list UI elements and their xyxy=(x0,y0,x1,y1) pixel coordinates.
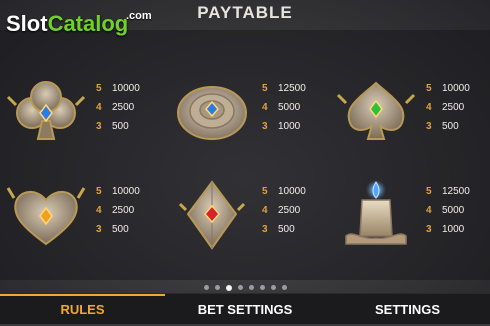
page-dot-active[interactable] xyxy=(225,284,232,291)
pay-row: 5 10000 xyxy=(426,79,470,98)
pay-list: 5 12500 4 5000 3 1000 xyxy=(426,182,470,239)
pay-row: 5 10000 xyxy=(262,182,306,201)
page-dot[interactable] xyxy=(203,285,209,291)
pay-row: 3 1000 xyxy=(426,220,470,239)
pay-count: 3 xyxy=(96,121,102,132)
pay-count: 3 xyxy=(262,121,268,132)
pay-row: 5 12500 xyxy=(426,182,470,201)
candle-symbol-icon xyxy=(345,180,407,245)
pay-amount: 2500 xyxy=(112,102,135,113)
pay-row: 5 10000 xyxy=(96,182,140,201)
page-dot[interactable] xyxy=(248,285,254,291)
pay-count: 4 xyxy=(262,205,268,216)
paytable-entry-rose: 5 12500 4 5000 3 1000 xyxy=(172,77,322,147)
pay-row: 5 12500 xyxy=(262,79,306,98)
club-symbol-icon xyxy=(6,81,86,140)
pay-count: 4 xyxy=(426,205,432,216)
pay-amount: 2500 xyxy=(112,205,135,216)
pay-row: 4 5000 xyxy=(262,98,306,117)
pay-row: 4 2500 xyxy=(262,201,306,220)
pay-count: 4 xyxy=(96,102,102,113)
rose-symbol-icon xyxy=(177,86,247,140)
tab-bet-settings[interactable]: BET SETTINGS xyxy=(165,294,325,324)
pay-row: 3 500 xyxy=(426,117,470,136)
tab-settings[interactable]: SETTINGS xyxy=(325,294,490,324)
pay-amount: 10000 xyxy=(278,186,306,197)
pay-amount: 5000 xyxy=(442,205,465,216)
heart-symbol-icon xyxy=(6,187,86,246)
pay-amount: 10000 xyxy=(112,186,140,197)
page-dot[interactable] xyxy=(259,285,265,291)
pay-count: 4 xyxy=(426,102,432,113)
pay-row: 3 500 xyxy=(262,220,306,239)
pay-row: 4 2500 xyxy=(426,98,470,117)
pay-count: 3 xyxy=(262,224,268,235)
pay-count: 5 xyxy=(96,186,102,197)
pay-count: 3 xyxy=(426,224,432,235)
pay-count: 4 xyxy=(262,102,268,113)
paytable-entry-spade: 5 10000 4 2500 3 500 xyxy=(336,77,486,147)
pay-amount: 2500 xyxy=(442,102,465,113)
pay-amount: 1000 xyxy=(278,121,301,132)
paytable-entry-candle: 5 12500 4 5000 3 1000 xyxy=(336,180,486,250)
pay-count: 5 xyxy=(262,83,268,94)
pay-row: 4 2500 xyxy=(96,201,140,220)
paytable-entry-heart: 5 10000 4 2500 3 500 xyxy=(6,180,156,250)
page-dot[interactable] xyxy=(270,285,276,291)
pay-amount: 5000 xyxy=(278,102,301,113)
page-dot[interactable] xyxy=(237,285,243,291)
page-title: PAYTABLE xyxy=(197,3,293,22)
pay-row: 3 500 xyxy=(96,117,140,136)
tab-rules[interactable]: RULES xyxy=(0,294,165,324)
pay-row: 5 10000 xyxy=(96,79,140,98)
bottom-tab-bar: RULES BET SETTINGS SETTINGS xyxy=(0,293,490,324)
pay-list: 5 10000 4 2500 3 500 xyxy=(96,79,140,136)
pay-amount: 500 xyxy=(278,224,295,235)
pay-list: 5 12500 4 5000 3 1000 xyxy=(262,79,306,136)
pay-count: 5 xyxy=(426,186,432,197)
pay-amount: 500 xyxy=(112,121,129,132)
pay-count: 5 xyxy=(262,186,268,197)
pagination-dots xyxy=(0,279,490,291)
diamond-symbol-icon xyxy=(178,180,246,250)
pay-amount: 1000 xyxy=(442,224,465,235)
page-dot[interactable] xyxy=(281,285,287,291)
pay-row: 3 1000 xyxy=(262,117,306,136)
pay-list: 5 10000 4 2500 3 500 xyxy=(96,182,140,239)
spade-symbol-icon xyxy=(336,81,416,140)
pay-count: 5 xyxy=(96,83,102,94)
paytable-entry-club: 5 10000 4 2500 3 500 xyxy=(6,77,156,147)
pay-amount: 10000 xyxy=(112,83,140,94)
pay-count: 4 xyxy=(96,205,102,216)
pay-row: 3 500 xyxy=(96,220,140,239)
pay-count: 3 xyxy=(96,224,102,235)
pay-list: 5 10000 4 2500 3 500 xyxy=(426,79,470,136)
pay-amount: 10000 xyxy=(442,83,470,94)
pay-row: 4 5000 xyxy=(426,201,470,220)
pay-amount: 2500 xyxy=(278,205,301,216)
paytable-entry-diamond: 5 10000 4 2500 3 500 xyxy=(172,180,322,250)
pay-count: 3 xyxy=(426,121,432,132)
page-dot[interactable] xyxy=(214,285,220,291)
pay-amount: 12500 xyxy=(278,83,306,94)
pay-amount: 500 xyxy=(442,121,459,132)
pay-count: 5 xyxy=(426,83,432,94)
pay-list: 5 10000 4 2500 3 500 xyxy=(262,182,306,239)
pay-row: 4 2500 xyxy=(96,98,140,117)
pay-amount: 500 xyxy=(112,224,129,235)
pay-amount: 12500 xyxy=(442,186,470,197)
